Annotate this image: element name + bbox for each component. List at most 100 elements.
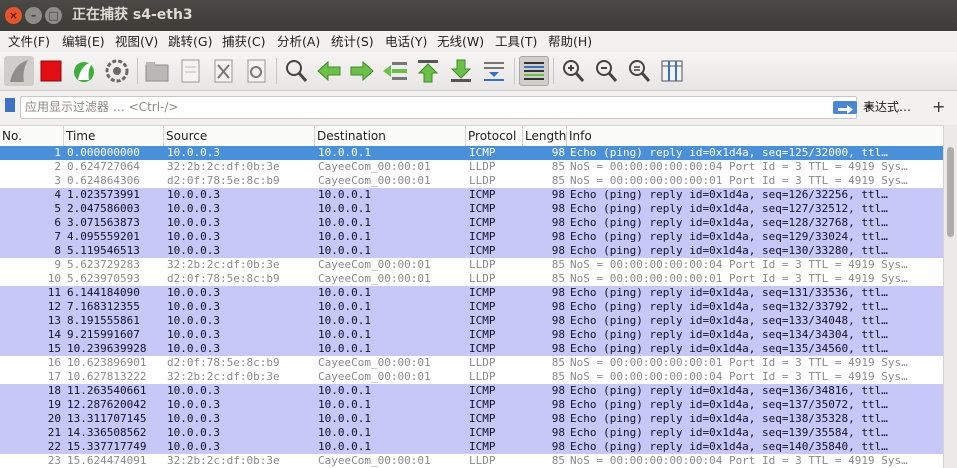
- find-icon[interactable]: [281, 56, 311, 86]
- packet-row[interactable]: 17 10.627813222 32:2b:2c:df:0b:3e CayeeCom_…: [0, 370, 943, 384]
- column-header-protocol[interactable]: Protocol: [466, 126, 523, 146]
- resize-columns-icon[interactable]: [657, 56, 687, 86]
- open-folder-icon[interactable]: [142, 56, 172, 86]
- packet-row[interactable]: 9 5.623729283 32:2b:2c:df:0b:3e CayeeCom_00…: [0, 258, 943, 272]
- stop-icon[interactable]: [36, 56, 66, 86]
- minimize-window-icon[interactable]: –: [25, 7, 42, 24]
- display-filter-input[interactable]: 应用显示过滤器 … <Ctrl-/>: [20, 96, 873, 119]
- packet-cell-src: 10.0.0.3: [167, 216, 220, 229]
- column-header-destination[interactable]: Destination: [315, 126, 466, 146]
- packet-cell-info: Echo (ping) reply id=0x1d4a, seq=130/332…: [570, 244, 888, 257]
- packet-row[interactable]: 15 10.239639928 10.0.0.3 10.0.0.1 ICMP 98 Echo…: [0, 342, 943, 356]
- zoom-in-icon[interactable]: [558, 56, 588, 86]
- packet-cell-info: Echo (ping) reply id=0x1d4a, seq=137/350…: [570, 398, 888, 411]
- colorize-icon[interactable]: [519, 56, 549, 86]
- packet-cell-info: NoS = 00:00:00:00:00:04 Port Id = 3 TTL …: [570, 258, 908, 271]
- menu-wireless[interactable]: 无线(W): [437, 31, 484, 52]
- reload-icon[interactable]: [241, 56, 271, 86]
- packet-row[interactable]: 18 11.263540661 10.0.0.3 10.0.0.1 ICMP 98 Echo…: [0, 384, 943, 398]
- packet-cell-src: d2:0f:78:5e:8c:b9: [167, 272, 280, 285]
- packet-cell-src: 10.0.0.3: [167, 244, 220, 257]
- menu-statistics[interactable]: 统计(S): [331, 31, 374, 52]
- first-packet-icon[interactable]: [413, 56, 443, 86]
- column-header-length[interactable]: Length: [523, 126, 567, 146]
- column-header-source[interactable]: Source: [164, 126, 315, 146]
- packet-row[interactable]: 7 4.095559201 10.0.0.3 10.0.0.1 ICMP 98 Echo (…: [0, 230, 943, 244]
- menu-analyze[interactable]: 分析(A): [277, 31, 320, 52]
- add-filter-button[interactable]: +: [932, 91, 945, 123]
- menu-go[interactable]: 跳转(G): [168, 31, 212, 52]
- menu-edit[interactable]: 编辑(E): [62, 31, 105, 52]
- packet-cell-time: 15.624474091: [67, 454, 147, 467]
- packet-cell-dst: 10.0.0.1: [318, 412, 371, 425]
- packet-row[interactable]: 14 9.215991607 10.0.0.3 10.0.0.1 ICMP 98 Echo …: [0, 328, 943, 342]
- packet-cell-proto: ICMP: [469, 146, 496, 159]
- zoom-out-icon[interactable]: [591, 56, 621, 86]
- packet-cell-time: 10.627813222: [67, 370, 147, 383]
- maximize-window-icon[interactable]: □: [45, 7, 62, 24]
- packet-cell-info: Echo (ping) reply id=0x1d4a, seq=126/322…: [570, 188, 888, 201]
- menu-view[interactable]: 视图(V): [115, 31, 158, 52]
- go-to-packet-icon[interactable]: [380, 56, 410, 86]
- packet-cell-no: 3: [54, 174, 61, 187]
- packet-cell-info: NoS = 00:00:00:00:00:01 Port Id = 3 TTL …: [570, 174, 908, 187]
- packet-list-header: No. Time Source Destination Protocol Len…: [0, 125, 943, 147]
- last-packet-icon[interactable]: [446, 56, 476, 86]
- packet-cell-time: 15.337717749: [67, 440, 147, 453]
- packet-cell-src: 10.0.0.3: [167, 314, 220, 327]
- options-gear-icon[interactable]: [102, 56, 132, 86]
- packet-cell-len: 98: [551, 412, 565, 425]
- packet-cell-info: Echo (ping) reply id=0x1d4a, seq=136/348…: [570, 384, 888, 397]
- packet-row[interactable]: 23 15.624474091 32:2b:2c:df:0b:3e CayeeCom_…: [0, 454, 943, 468]
- column-header-no[interactable]: No.: [0, 126, 64, 146]
- zoom-normal-icon[interactable]: [624, 56, 654, 86]
- packet-cell-dst: CayeeCom_00:00:01: [318, 160, 431, 173]
- packet-row[interactable]: 21 14.336508562 10.0.0.3 10.0.0.1 ICMP 98 Echo…: [0, 426, 943, 440]
- packet-row[interactable]: 6 3.071563873 10.0.0.3 10.0.0.1 ICMP 98 Echo (…: [0, 216, 943, 230]
- menu-help[interactable]: 帮助(H): [548, 31, 592, 52]
- autoscroll-icon[interactable]: [479, 56, 509, 86]
- packet-cell-len: 98: [551, 188, 565, 201]
- close-file-icon[interactable]: [208, 56, 238, 86]
- packet-row[interactable]: 11 6.144184090 10.0.0.3 10.0.0.1 ICMP 98 Echo …: [0, 286, 943, 300]
- packet-row[interactable]: 13 8.191555861 10.0.0.3 10.0.0.1 ICMP 98 Echo …: [0, 314, 943, 328]
- back-arrow-icon[interactable]: [314, 56, 344, 86]
- bookmark-icon[interactable]: [5, 98, 15, 112]
- packet-row[interactable]: 12 7.168312355 10.0.0.3 10.0.0.1 ICMP 98 Echo …: [0, 300, 943, 314]
- packet-cell-proto: ICMP: [469, 328, 496, 341]
- apply-filter-arrow-icon[interactable]: [833, 101, 857, 114]
- forward-arrow-icon[interactable]: [347, 56, 377, 86]
- menu-file[interactable]: 文件(F): [8, 31, 50, 52]
- expression-button[interactable]: 表达式…: [863, 91, 911, 123]
- packet-row[interactable]: 2 0.624727064 32:2b:2c:df:0b:3e CayeeCom_00…: [0, 160, 943, 174]
- packet-cell-time: 10.623896901: [67, 356, 147, 369]
- packet-cell-no: 7: [54, 230, 61, 243]
- packet-row[interactable]: 19 12.287620042 10.0.0.3 10.0.0.1 ICMP 98 Echo…: [0, 398, 943, 412]
- packet-row[interactable]: 20 13.311707145 10.0.0.3 10.0.0.1 ICMP 98 Echo…: [0, 412, 943, 426]
- menu-telephony[interactable]: 电话(Y): [385, 31, 427, 52]
- packet-row[interactable]: 4 1.023573991 10.0.0.3 10.0.0.1 ICMP 98 Echo (…: [0, 188, 943, 202]
- packet-row[interactable]: 10 5.623970593 d2:0f:78:5e:8c:b9 CayeeCom_0…: [0, 272, 943, 286]
- packet-row[interactable]: 8 5.119546513 10.0.0.3 10.0.0.1 ICMP 98 Echo (…: [0, 244, 943, 258]
- packet-row[interactable]: 22 15.337717749 10.0.0.3 10.0.0.1 ICMP 98 Echo…: [0, 440, 943, 454]
- packet-cell-len: 98: [551, 314, 565, 327]
- restart-icon[interactable]: [69, 56, 99, 86]
- packet-cell-dst: CayeeCom_00:00:01: [318, 174, 431, 187]
- packet-cell-info: Echo (ping) reply id=0x1d4a, seq=139/355…: [570, 426, 888, 439]
- packet-row[interactable]: 16 10.623896901 d2:0f:78:5e:8c:b9 CayeeCom_…: [0, 356, 943, 370]
- packet-row[interactable]: 3 0.624864306 d2:0f:78:5e:8c:b9 CayeeCom_00…: [0, 174, 943, 188]
- packet-cell-no: 16: [47, 356, 61, 369]
- vertical-scrollbar[interactable]: [943, 125, 957, 468]
- menu-capture[interactable]: 捕获(C): [222, 31, 265, 52]
- close-window-icon[interactable]: ×: [5, 7, 22, 24]
- shark-fin-icon[interactable]: [4, 56, 34, 86]
- save-file-icon[interactable]: [175, 56, 205, 86]
- menu-tools[interactable]: 工具(T): [495, 31, 537, 52]
- packet-cell-time: 7.168312355: [67, 300, 140, 313]
- packet-row[interactable]: 5 2.047586003 10.0.0.3 10.0.0.1 ICMP 98 Echo (…: [0, 202, 943, 216]
- column-header-time[interactable]: Time: [64, 126, 164, 146]
- packet-cell-proto: LLDP: [469, 370, 496, 383]
- packet-row[interactable]: 1 0.000000000 10.0.0.3 10.0.0.1 ICMP 98 Echo (…: [0, 146, 943, 160]
- scrollbar-thumb[interactable]: [947, 147, 954, 237]
- column-header-info[interactable]: Info: [567, 126, 943, 146]
